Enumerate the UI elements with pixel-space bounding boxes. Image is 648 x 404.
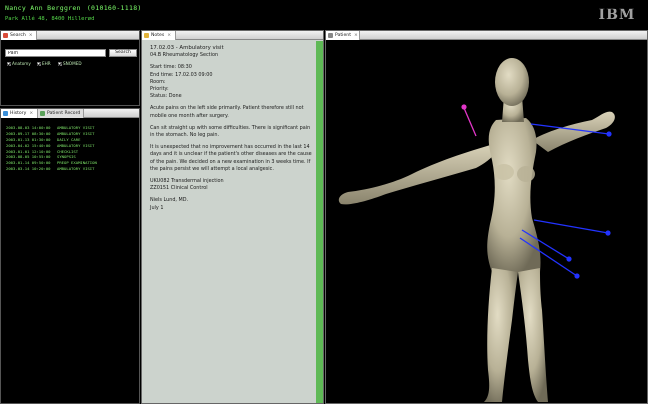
body-left-arm[interactable]	[338, 144, 496, 205]
close-icon[interactable]: ×	[29, 33, 33, 38]
history-row-type: DAILY CARE	[57, 136, 81, 142]
history-row-type: CHECKLIST	[57, 148, 79, 154]
patient-name-text: Nancy Ann Berggren	[5, 4, 81, 12]
notes-tab-icon	[144, 33, 149, 38]
pain-marker-lower-abdomen[interactable]	[566, 256, 572, 262]
close-icon[interactable]: ×	[167, 33, 171, 38]
body-right-arm[interactable]	[532, 111, 615, 152]
history-row-type: PREOP EXAMINATION	[57, 160, 97, 166]
note-paragraph-2: Can sit straight up with some difficulti…	[150, 124, 311, 139]
notes-scrollbar[interactable]	[316, 41, 323, 403]
tab-history-label: History	[10, 111, 27, 116]
body-left-leg[interactable]	[484, 268, 518, 402]
search-button[interactable]: Search	[109, 49, 137, 57]
search-tabbar: Search ×	[1, 31, 139, 40]
search-tab-icon	[3, 33, 8, 38]
notes-body: 17.02.03 - Ambulatory visit 04.B Rheumat…	[150, 45, 314, 217]
tab-notes[interactable]: Notes ×	[142, 31, 176, 40]
note-start-time: Start time: 08:30	[150, 64, 192, 71]
patient-panel: Patient ×	[325, 30, 648, 404]
note-end-time: End time: 17.02.03 09:00	[150, 71, 213, 78]
patient-tab-icon	[328, 33, 333, 38]
tab-patient-record-label: Patient Record	[47, 111, 81, 116]
note-paragraph-3: It is unexpected that no improvement has…	[150, 144, 312, 172]
patient-name: Nancy Ann Berggren (010160-1118)	[5, 4, 142, 12]
notes-panel: Notes × 17.02.03 - Ambulatory visit 04.B …	[141, 30, 324, 404]
note-code-1: UKU082 Transdermal injection	[150, 178, 224, 185]
notes-tabbar: Notes ×	[142, 31, 323, 40]
note-heading: 17.02.03 - Ambulatory visit	[150, 45, 224, 51]
history-row[interactable]: 2003-03-14 10:20:00 AMBULATORY VISIT	[6, 166, 138, 172]
history-row-date: 2003-03-14 10:20:00	[6, 166, 51, 172]
pain-marker-back[interactable]	[461, 104, 467, 110]
filter-snomed-label: SNOMED	[63, 61, 82, 66]
filter-snomed[interactable]: SNOMED	[58, 61, 82, 66]
ibm-logo: IBM	[597, 7, 637, 22]
tab-history[interactable]: History ×	[1, 109, 38, 118]
history-row-type: SYNOPSIS	[57, 154, 76, 160]
patient-tabbar: Patient ×	[326, 31, 647, 40]
filter-anatomy[interactable]: Anatomy	[7, 61, 31, 66]
note-department: 04.B Rheumatology Section	[150, 52, 219, 59]
history-tab-icon	[3, 111, 8, 116]
note-signature-date: July 1	[150, 204, 164, 211]
history-row-type: AMBULATORY VISIT	[57, 166, 95, 172]
pain-marker-shoulder[interactable]	[606, 131, 612, 137]
human-body-model[interactable]	[338, 58, 615, 402]
history-list: 2003-08-03 14:00:00 AMBULATORY VISIT 2003-…	[6, 125, 138, 172]
record-tab-icon	[40, 111, 45, 116]
close-icon[interactable]: ×	[29, 111, 33, 116]
tab-patient-label: Patient	[335, 33, 351, 38]
filter-ehr[interactable]: EHR	[37, 61, 51, 66]
note-signature: Niels Lund, MD.	[150, 197, 189, 204]
anatomy-3d-viewport[interactable]	[326, 40, 648, 404]
body-right-leg[interactable]	[518, 268, 548, 402]
close-icon[interactable]: ×	[354, 33, 358, 38]
history-panel: History × Patient Record 2003-08-03 14:00…	[0, 108, 140, 404]
tab-search-label: Search	[10, 33, 26, 38]
pain-marker-hip[interactable]	[574, 273, 580, 279]
search-input[interactable]	[5, 49, 106, 57]
search-panel: Search× Search Anatomy EHR SNOMED	[0, 30, 140, 106]
tab-notes-label: Notes	[151, 33, 165, 38]
checkbox-checked-icon[interactable]	[7, 62, 11, 66]
note-room: Room:	[150, 78, 166, 85]
app-header: Nancy Ann Berggren (010160-1118) Park All…	[0, 0, 648, 29]
checkbox-checked-icon[interactable]	[37, 62, 41, 66]
body-chest-right	[517, 166, 535, 182]
patient-address: Park Allé 48, 8400 Hillerød	[5, 16, 95, 22]
checkbox-checked-icon[interactable]	[58, 62, 62, 66]
body-head[interactable]	[495, 58, 529, 106]
filter-ehr-label: EHR	[42, 61, 51, 66]
note-paragraph-1: Acute pains on the left side primarily. …	[150, 105, 304, 119]
history-row-type: AMBULATORY VISIT	[57, 142, 95, 148]
history-tabbar: History × Patient Record	[1, 109, 139, 118]
body-torso[interactable]	[487, 118, 541, 272]
body-chest-left	[494, 164, 514, 180]
patient-id: (010160-1118)	[86, 4, 142, 12]
history-row-type: AMBULATORY VISIT	[57, 125, 95, 130]
history-row-type: AMBULATORY VISIT	[57, 130, 95, 136]
tab-patient[interactable]: Patient ×	[326, 31, 360, 40]
pain-marker-abdomen[interactable]	[605, 230, 611, 236]
tab-search[interactable]: Search ×	[1, 31, 37, 40]
note-priority: Priority:	[150, 86, 169, 93]
note-code-2: ZZ0151 Clinical Control	[150, 185, 208, 192]
note-status: Status: Done	[150, 93, 182, 100]
tab-patient-record[interactable]: Patient Record	[38, 109, 84, 118]
filter-anatomy-label: Anatomy	[12, 61, 31, 66]
